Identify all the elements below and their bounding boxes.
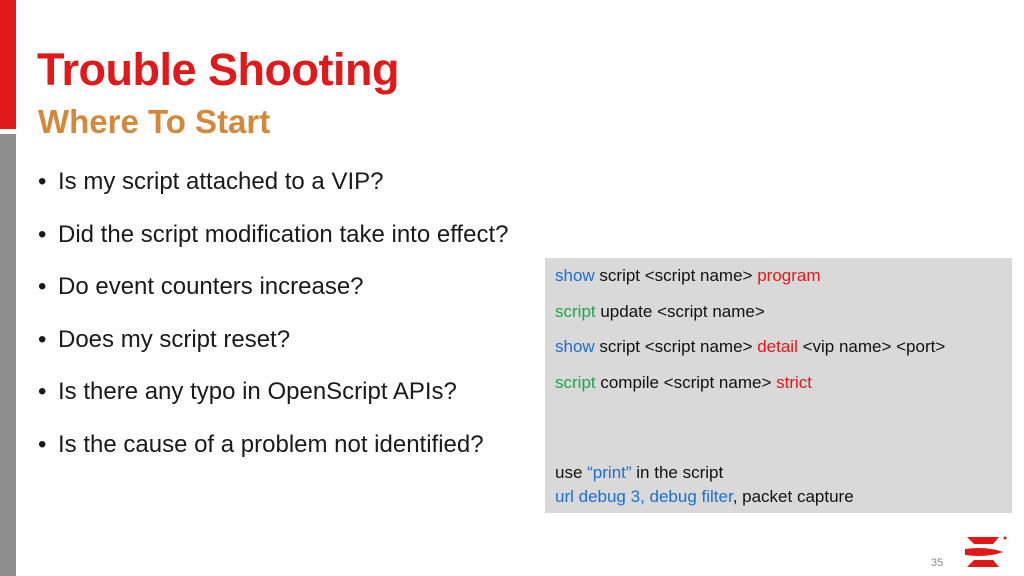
command-line-show-detail: show script <script name> detail <vip na… <box>555 337 945 357</box>
command-text: update <script name> <box>595 302 765 321</box>
command-keyword: script <box>555 373 596 392</box>
command-keyword: script <box>555 302 596 321</box>
bullet-item: • Is the cause of a problem not identifie… <box>38 431 578 484</box>
bullet-item: • Is there any typo in OpenScript APIs? <box>38 378 578 431</box>
bullet-item: • Did the script modification take into e… <box>38 221 578 274</box>
command-text: use <box>555 463 588 482</box>
slide-subtitle: Where To Start <box>38 103 271 140</box>
left-accent-bar-red <box>0 0 16 129</box>
command-text: script <script name> <box>594 337 758 356</box>
command-text: in the script <box>631 463 724 482</box>
command-line-use-print: use “print” in the script <box>555 463 723 483</box>
bullet-marker: • <box>38 430 47 458</box>
bullet-marker: • <box>38 220 47 248</box>
bullet-marker: • <box>38 378 47 405</box>
command-box: show script <script name> program script… <box>545 258 1012 513</box>
left-accent-bar-gray <box>0 134 16 576</box>
bullet-text: Does my script reset? <box>58 325 291 353</box>
bullet-item: • Do event counters increase? <box>38 273 578 326</box>
command-text: compile <script name> <box>595 373 777 392</box>
command-text: , packet capture <box>732 487 854 506</box>
command-option: detail <box>757 337 798 356</box>
bullet-item: • Is my script attached to a VIP? <box>38 168 578 221</box>
command-keyword: show <box>555 337 595 356</box>
command-line-url-debug: url debug 3, debug filter, packet captur… <box>555 487 854 507</box>
slide-title: Trouble Shooting <box>37 44 399 95</box>
command-option: strict <box>776 373 812 392</box>
command-keyword: show <box>555 266 595 285</box>
command-text: script <script name> <box>594 266 758 285</box>
command-line-script-compile: script compile <script name> strict <box>555 373 812 393</box>
page-number: 35 <box>931 557 944 569</box>
bullet-marker: • <box>38 168 47 195</box>
bullet-item: • Does my script reset? <box>38 326 578 379</box>
bullet-text: Is there any typo in OpenScript APIs? <box>58 378 457 405</box>
bullet-list: • Is my script attached to a VIP? • Did th… <box>38 168 578 483</box>
command-option: program <box>757 266 821 285</box>
bullet-text: Did the script modification take into ef… <box>58 220 509 248</box>
bullet-text: Do event counters increase? <box>58 273 364 300</box>
bullet-text: Is the cause of a problem not identified… <box>58 430 484 458</box>
command-keyword: url debug 3, debug filter <box>555 487 733 506</box>
bullet-marker: • <box>38 273 47 300</box>
command-line-show-program: show script <script name> program <box>555 266 821 286</box>
command-line-script-update: script update <script name> <box>555 302 765 322</box>
bullet-marker: • <box>38 325 47 353</box>
command-text-tail: <vip name> <port> <box>797 337 946 356</box>
brocade-b-logo-icon <box>965 536 1007 567</box>
command-keyword: “print” <box>587 463 632 482</box>
bullet-text: Is my script attached to a VIP? <box>58 168 384 195</box>
